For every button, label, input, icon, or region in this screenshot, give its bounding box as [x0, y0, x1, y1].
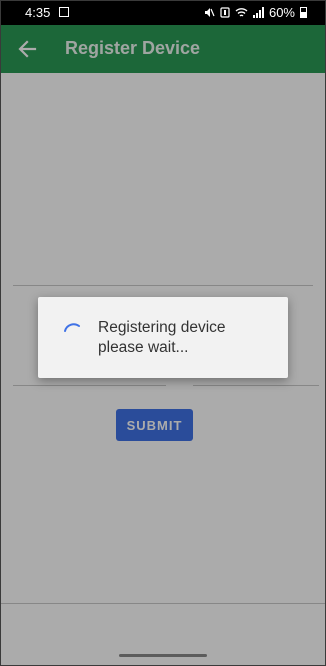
nfc-icon — [220, 7, 230, 18]
status-bar: 4:35 60% — [1, 1, 325, 25]
status-time: 4:35 — [25, 5, 51, 20]
progress-dialog: Registering device please wait... — [38, 297, 288, 378]
image-icon — [59, 7, 69, 17]
device-screen: 4:35 60% Register Device SUBMIT Register… — [0, 0, 326, 666]
battery-percent: 60% — [268, 5, 295, 20]
mute-icon — [204, 8, 215, 17]
progress-message-line2: please wait... — [98, 339, 189, 356]
progress-message: Registering device please wait... — [98, 318, 278, 358]
progress-message-line1: Registering device — [98, 319, 226, 336]
wifi-icon — [235, 8, 248, 17]
signal-icon — [252, 7, 264, 18]
progress-spinner-icon — [64, 323, 80, 332]
status-icons: 60% — [204, 5, 307, 20]
battery-icon — [300, 7, 307, 18]
